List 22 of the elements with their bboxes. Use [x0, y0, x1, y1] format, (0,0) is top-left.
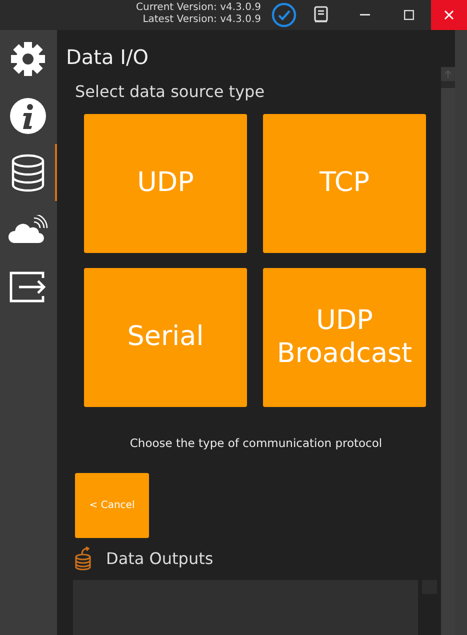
cancel-button[interactable]: < Cancel [75, 473, 149, 538]
database-icon [74, 546, 92, 572]
page-title: Data I/O [66, 44, 150, 71]
database-icon [10, 152, 46, 192]
section-heading: Data Outputs [106, 548, 214, 570]
scrollbar[interactable] [441, 67, 455, 635]
section-heading: Select data source type [75, 81, 266, 103]
arrow-up-icon [444, 70, 452, 78]
source-type-tile[interactable]: TCP [263, 114, 426, 253]
exit-icon [8, 270, 46, 302]
source-type-tile[interactable]: UDP Broadcast [263, 268, 426, 407]
close-icon [444, 10, 454, 20]
cloud-signal-icon [8, 214, 48, 244]
hint-text: Choose the type of communication protocol [130, 436, 382, 450]
current-version-text: Current Version: v4.3.0.9 [136, 2, 261, 14]
close-button[interactable] [431, 0, 467, 30]
latest-version-text: Latest Version: v4.3.0.9 [142, 14, 261, 26]
info-icon [8, 96, 46, 134]
gear-icon [8, 40, 46, 78]
check-icon[interactable] [269, 0, 299, 30]
source-type-tile[interactable]: Serial [84, 268, 247, 407]
source-type-tile[interactable]: UDP [84, 114, 247, 253]
